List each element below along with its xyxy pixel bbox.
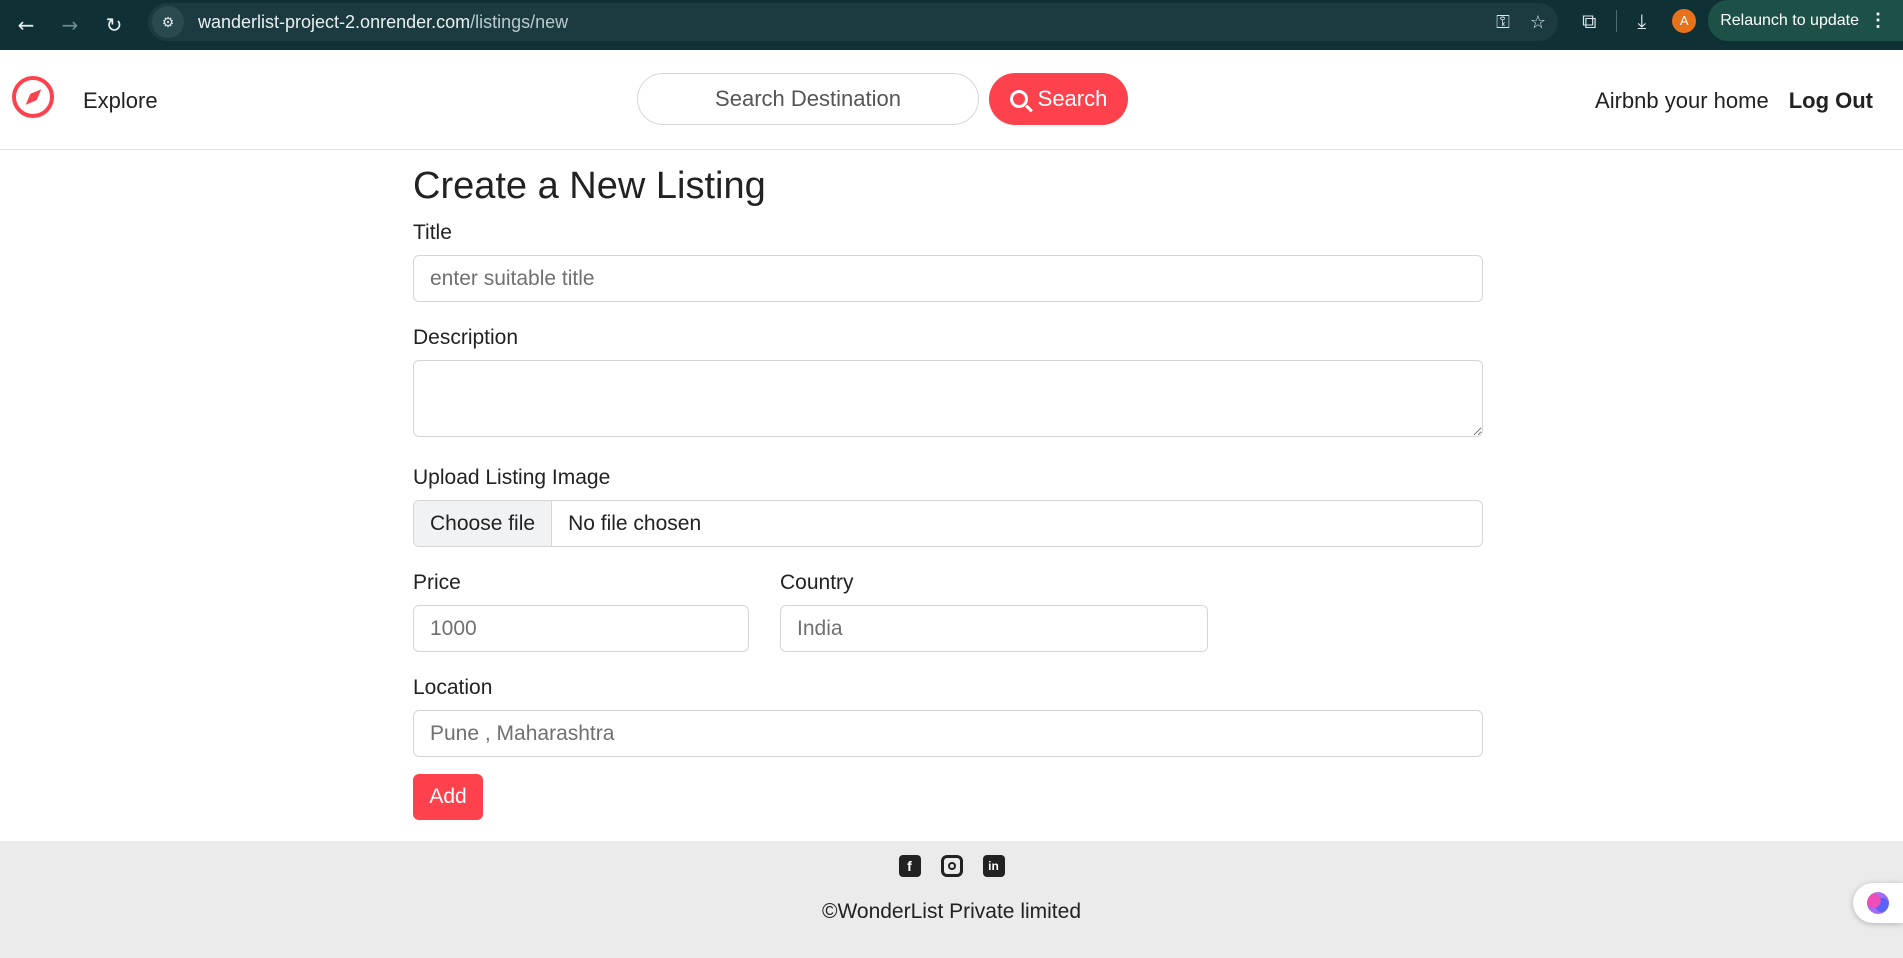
image-file-input[interactable]: Choose file No file chosen bbox=[413, 500, 1483, 547]
nav-right-links: Airbnb your home Log Out bbox=[1595, 88, 1873, 114]
price-input[interactable] bbox=[413, 605, 749, 652]
location-group: Location bbox=[413, 676, 1483, 757]
facebook-icon[interactable]: f bbox=[898, 855, 921, 877]
image-group: Upload Listing Image Choose file No file… bbox=[413, 466, 1483, 547]
title-label: Title bbox=[413, 221, 452, 244]
country-input[interactable] bbox=[780, 605, 1208, 652]
search-button-label: Search bbox=[1037, 86, 1108, 111]
logout-link[interactable]: Log Out bbox=[1789, 88, 1873, 114]
site-navbar: Explore Search Airbnb your home Log Out bbox=[0, 50, 1903, 150]
description-label: Description bbox=[413, 326, 519, 349]
country-label: Country bbox=[780, 571, 854, 594]
page-title: Create a New Listing bbox=[413, 165, 766, 207]
back-icon[interactable]: ← bbox=[4, 5, 48, 45]
toolbar-divider bbox=[1616, 9, 1618, 32]
url-path: /listings/new bbox=[470, 11, 569, 32]
copyright-text: ©WonderList Private limited bbox=[821, 900, 1081, 923]
price-group: Price bbox=[413, 571, 749, 652]
social-links: f in bbox=[898, 855, 1005, 877]
file-status-text: No file chosen bbox=[568, 511, 702, 535]
add-button[interactable]: Add bbox=[413, 774, 483, 820]
compass-icon[interactable] bbox=[12, 76, 54, 118]
explore-link[interactable]: Explore bbox=[83, 88, 158, 114]
kebab-menu-icon[interactable]: ⋮ bbox=[1869, 10, 1887, 31]
search-input[interactable] bbox=[637, 73, 979, 125]
instagram-icon[interactable] bbox=[940, 855, 963, 877]
assistant-widget[interactable] bbox=[1853, 883, 1903, 923]
title-input[interactable] bbox=[413, 255, 1483, 302]
reload-icon[interactable]: ↻ bbox=[92, 5, 136, 45]
location-input[interactable] bbox=[413, 710, 1483, 757]
relaunch-label: Relaunch to update bbox=[1720, 11, 1859, 29]
description-group: Description bbox=[413, 326, 1483, 442]
browser-toolbar: ← → ↻ ⚙ wanderlist-project-2.onrender.co… bbox=[0, 0, 1903, 50]
price-country-row: Price Country bbox=[413, 571, 1483, 652]
location-label: Location bbox=[413, 676, 493, 699]
relaunch-button[interactable]: Relaunch to update ⋮ bbox=[1708, 0, 1903, 41]
title-group: Title bbox=[413, 221, 1483, 302]
search-button[interactable]: Search bbox=[989, 73, 1128, 125]
airbnb-your-home-link[interactable]: Airbnb your home bbox=[1595, 88, 1769, 114]
url-text[interactable]: wanderlist-project-2.onrender.com/listin… bbox=[198, 12, 568, 33]
brain-icon bbox=[1867, 892, 1889, 914]
linkedin-icon[interactable]: in bbox=[982, 855, 1005, 877]
search-icon bbox=[1009, 90, 1028, 108]
download-icon[interactable]: ⤓ bbox=[1637, 9, 1646, 33]
price-label: Price bbox=[413, 571, 461, 594]
site-info-icon[interactable]: ⚙ bbox=[152, 6, 184, 38]
new-listing-form: Create a New Listing Title Description U… bbox=[413, 165, 1483, 820]
site-footer: f in ©WonderList Private limited bbox=[0, 841, 1903, 958]
address-bar[interactable]: ⚙ wanderlist-project-2.onrender.com/list… bbox=[148, 3, 1558, 41]
choose-file-button[interactable]: Choose file bbox=[414, 501, 553, 546]
instagram-lens bbox=[947, 862, 956, 870]
search-bar: Search bbox=[637, 73, 1128, 125]
image-label: Upload Listing Image bbox=[413, 466, 611, 489]
profile-avatar[interactable]: A bbox=[1672, 8, 1697, 33]
key-icon[interactable]: ⚿ bbox=[1496, 12, 1510, 33]
description-textarea[interactable] bbox=[413, 360, 1483, 437]
extensions-icon[interactable]: ⧉ bbox=[1582, 9, 1596, 33]
forward-icon[interactable]: → bbox=[48, 5, 92, 45]
country-group: Country bbox=[780, 571, 1208, 652]
compass-needle bbox=[23, 86, 45, 108]
star-icon[interactable]: ☆ bbox=[1530, 12, 1546, 33]
url-host: wanderlist-project-2.onrender.com bbox=[198, 11, 471, 32]
